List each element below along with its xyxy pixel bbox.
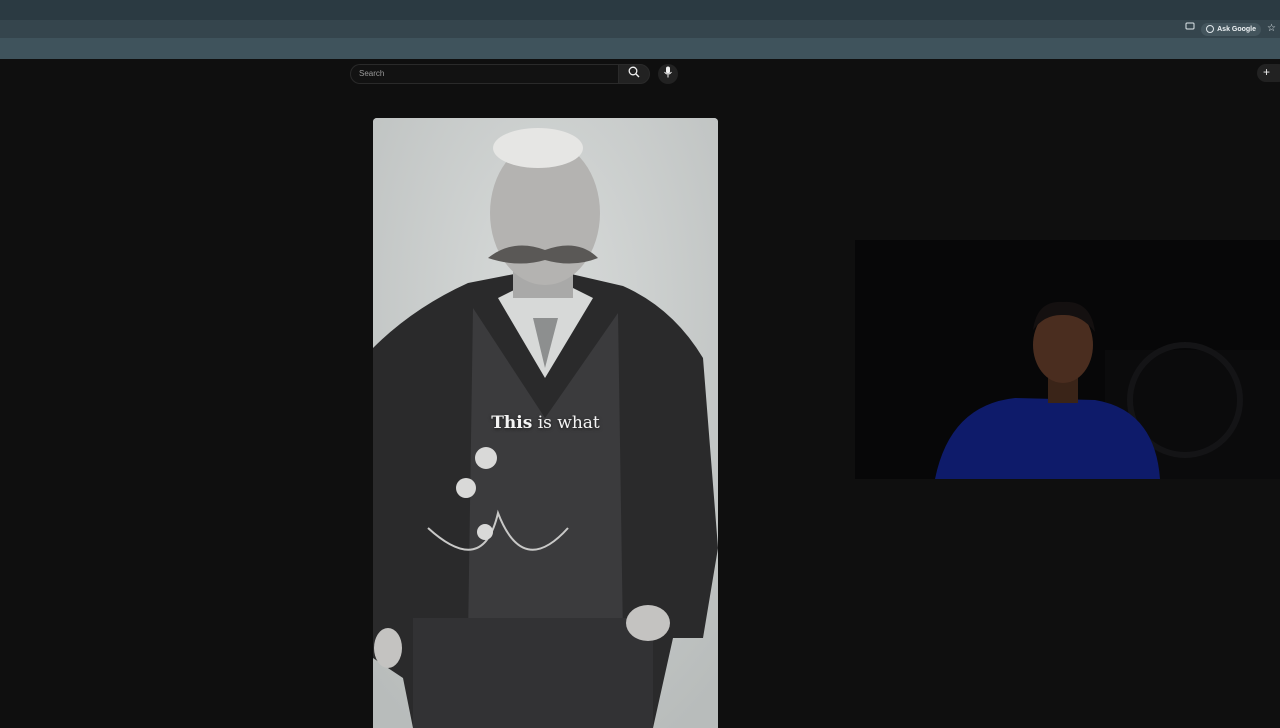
youtube-page: Search + This is what xyxy=(0,59,1280,728)
create-button[interactable]: + xyxy=(1257,64,1280,82)
short-video-player[interactable]: This is what xyxy=(373,118,718,728)
ask-google-label: Ask Google xyxy=(1217,25,1257,33)
cast-icon[interactable] xyxy=(1185,22,1195,36)
webcam-overlay xyxy=(855,240,1280,479)
bookmark-star-icon[interactable]: ☆ xyxy=(1267,22,1276,36)
search-input[interactable]: Search xyxy=(350,64,618,84)
caption-bold-word: This xyxy=(491,413,533,433)
video-caption: This is what xyxy=(373,413,718,433)
search-bar: Search xyxy=(350,64,678,84)
search-button[interactable] xyxy=(618,64,650,84)
toolbar-actions: Ask Google ☆ xyxy=(1185,22,1276,36)
plus-icon: + xyxy=(1263,65,1271,79)
webcam-feed xyxy=(855,240,1280,479)
ask-google-button[interactable]: Ask Google xyxy=(1201,22,1262,36)
browser-tab-strip xyxy=(0,0,1280,21)
google-lens-icon xyxy=(1206,25,1215,33)
browser-toolbar xyxy=(0,20,1280,38)
search-icon xyxy=(628,65,640,83)
caption-text: is what xyxy=(532,413,600,433)
voice-search-button[interactable] xyxy=(658,64,678,84)
bookmarks-bar xyxy=(0,38,1280,59)
microphone-icon xyxy=(663,65,673,83)
